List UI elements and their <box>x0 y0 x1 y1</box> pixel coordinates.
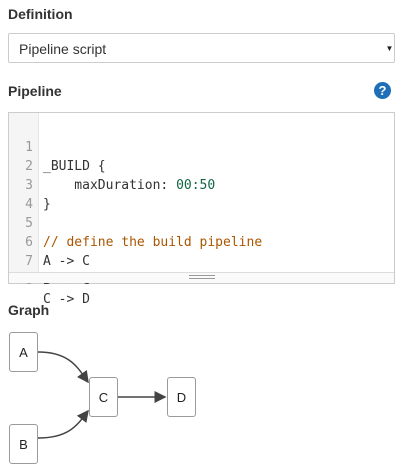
graph-label: Graph <box>8 302 50 318</box>
edge-a-c <box>37 351 89 384</box>
grip-icon <box>189 275 215 279</box>
code-line: 5 // define the build pipeline <box>9 195 394 250</box>
graph-node-b[interactable]: B <box>9 424 38 464</box>
code-line: 4 <box>9 176 394 212</box>
edge-b-c <box>37 409 89 439</box>
definition-select-value: Pipeline script <box>19 41 107 57</box>
pipeline-code-editor[interactable]: 1 _BUILD { 2 maxDuration: 00:50 3 } 4 5 … <box>8 112 395 307</box>
chevron-down-icon[interactable]: ▼ <box>385 34 394 62</box>
code-line: 2 maxDuration: 00:50 <box>9 138 394 193</box>
help-icon[interactable]: ? <box>374 82 391 99</box>
definition-label: Definition <box>8 6 73 22</box>
graph-node-a[interactable]: A <box>9 332 38 372</box>
graph-node-c[interactable]: C <box>89 377 118 417</box>
code-line: 8 C -> D <box>9 252 394 307</box>
code-line: 3 } <box>9 157 394 212</box>
pipeline-graph: A B C D <box>0 320 404 469</box>
graph-edges <box>37 351 167 439</box>
pipeline-label: Pipeline <box>8 83 62 99</box>
graph-node-d[interactable]: D <box>167 377 196 417</box>
code-text: C -> D <box>43 292 90 307</box>
code-line: 7 B -> C <box>9 233 394 288</box>
code-line: 6 A -> C <box>9 214 394 269</box>
code-line: 1 _BUILD { <box>9 119 394 174</box>
editor-resize-handle[interactable] <box>9 272 394 283</box>
definition-select[interactable]: Pipeline script ▼ <box>8 33 395 63</box>
